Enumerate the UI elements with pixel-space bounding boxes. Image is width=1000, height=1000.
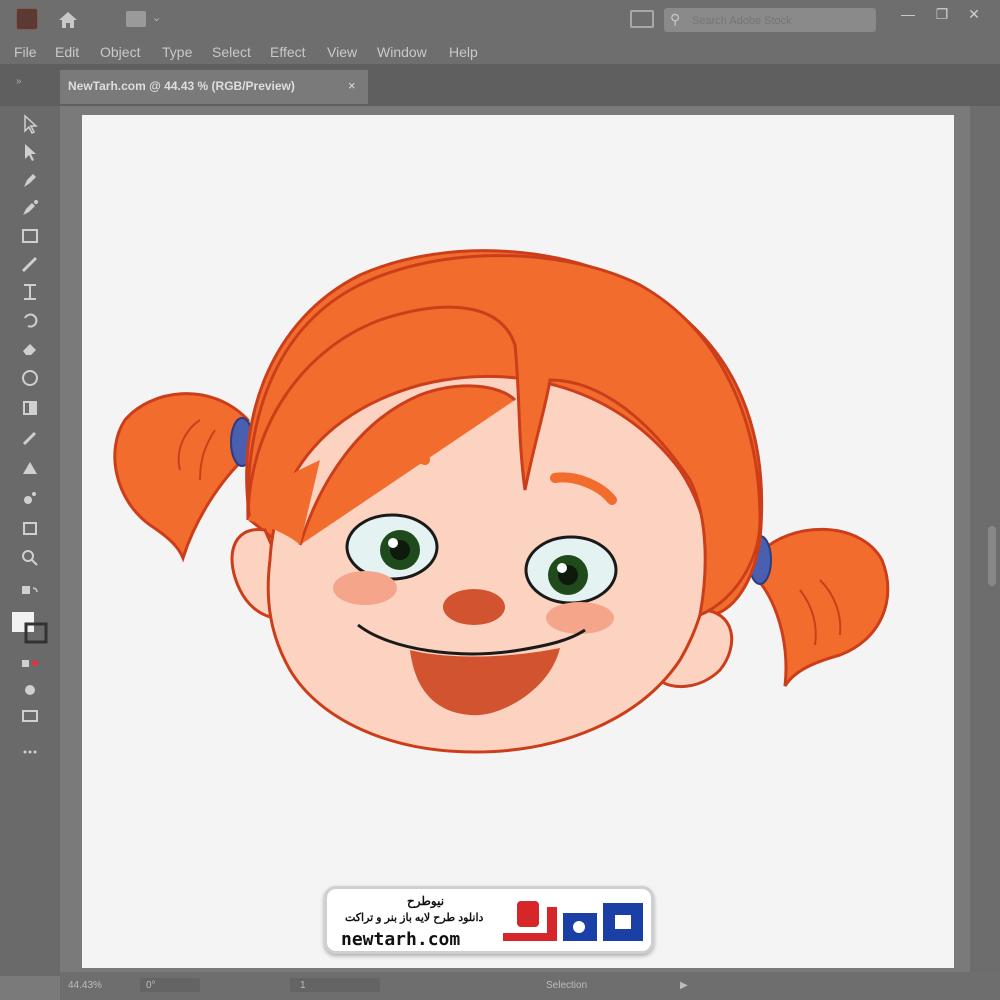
zoom-tool-icon[interactable] [20,548,40,568]
draw-mode-icon[interactable] [20,680,40,700]
newtarh-logo-icon [503,901,643,941]
symbol-sprayer-tool-icon[interactable] [20,488,40,508]
paintbrush-tool-icon[interactable] [20,254,40,274]
chevron-down-icon: ⌄ [152,12,162,24]
menu-help[interactable]: Help [449,44,478,60]
status-bar: 44.43% 0° 1 Selection ▶ [60,972,1000,1000]
tools-panel [0,106,60,976]
minimize-button[interactable]: — [894,6,922,26]
menu-effect[interactable]: Effect [270,44,306,60]
selection-tool-icon[interactable] [20,114,40,134]
more-tools-icon[interactable] [20,742,40,762]
panel-grip-icon[interactable]: » [16,76,22,87]
direct-selection-tool-icon[interactable] [20,142,40,162]
badge-url: newtarh.com [341,929,461,950]
home-icon[interactable] [56,8,80,32]
workspace-switcher[interactable]: ⌄ [126,11,170,27]
shape-builder-tool-icon[interactable] [20,368,40,388]
menu-window[interactable]: Window [377,44,427,60]
eraser-tool-icon[interactable] [20,338,40,358]
free-transform-tool-icon[interactable] [20,398,40,418]
width-tool-icon[interactable] [20,282,40,302]
maximize-button[interactable]: ❐ [928,6,956,26]
title-bar: ⌄ ⚲ — ❐ ✕ [0,0,1000,40]
fill-stroke-swatch-icon[interactable] [10,610,50,644]
menu-file[interactable]: File [14,44,37,60]
rotation-value: 0° [146,980,156,991]
vertical-scrollbar[interactable] [970,106,1000,972]
document-tab-label: NewTarh.com @ 44.43 % (RGB/Preview) [68,79,295,93]
document-tab[interactable]: NewTarh.com @ 44.43 % (RGB/Preview) × [60,70,368,104]
zoom-level[interactable]: 44.43% [68,980,102,991]
watermark-badge: نیوطرح دانلود طرح لایه باز بنر و تراکت n… [324,886,654,954]
artboard[interactable] [82,115,954,968]
rotate-tool-icon[interactable] [20,310,40,330]
illustrator-app-icon[interactable] [16,8,38,30]
rectangle-tool-icon[interactable] [20,226,40,246]
menu-view[interactable]: View [327,44,357,60]
search-box[interactable]: ⚲ [664,8,876,32]
search-input[interactable] [690,11,870,31]
menu-type[interactable]: Type [162,44,192,60]
menu-select[interactable]: Select [212,44,251,60]
fill-stroke-swap-icon[interactable] [20,584,40,604]
artboard-number: 1 [300,980,306,991]
pen-tool-icon[interactable] [20,170,40,190]
blend-tool-icon[interactable] [20,458,40,478]
artboard-tool-icon[interactable] [20,518,40,538]
workspace-icon [126,11,146,27]
scrollbar-thumb[interactable] [988,526,996,586]
arrange-documents-icon[interactable] [630,10,654,28]
close-icon[interactable]: × [348,78,356,93]
search-icon: ⚲ [670,11,681,27]
color-mode-icon[interactable] [20,654,40,674]
current-tool-label: Selection [546,980,588,991]
curvature-tool-icon[interactable] [20,198,40,218]
eyedropper-tool-icon[interactable] [20,428,40,448]
screen-mode-icon[interactable] [20,706,40,726]
close-window-button[interactable]: ✕ [960,6,988,26]
menu-object[interactable]: Object [100,44,140,60]
menu-bar: File Edit Object Type Select Effect View… [0,40,1000,64]
play-icon[interactable]: ▶ [680,980,688,991]
badge-title: نیوطرح [407,894,445,908]
menu-edit[interactable]: Edit [55,44,79,60]
badge-subtitle: دانلود طرح لایه باز بنر و تراکت [345,912,484,924]
